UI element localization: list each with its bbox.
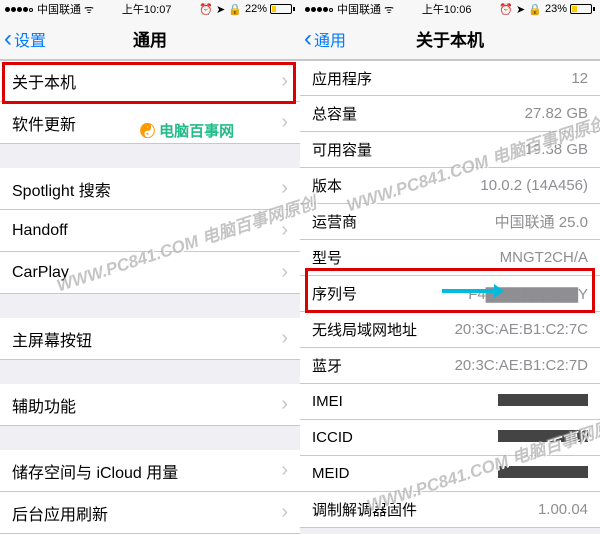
row-label: 主屏幕按钮 xyxy=(12,327,92,351)
row-label: Handoff xyxy=(12,222,68,240)
row-value: 1.00.04 xyxy=(538,501,588,518)
row-label: 后台应用刷新 xyxy=(12,501,108,525)
row-label: 型号 xyxy=(312,247,342,268)
row-label: 软件更新 xyxy=(12,111,76,135)
row-label: 辅助功能 xyxy=(12,393,76,417)
settings-row[interactable]: Handoff › xyxy=(0,210,300,252)
about-row[interactable]: 总容量 27.82 GB xyxy=(300,96,600,132)
about-row[interactable]: IMEI xyxy=(300,384,600,420)
status-bar: 中国联通 ᯤ 上午10:06 ⏰ ➤ 🔒 23% xyxy=(300,0,600,18)
chevron-right-icon: › xyxy=(281,177,288,200)
wifi-icon: ᯤ xyxy=(384,2,394,17)
settings-row[interactable]: Spotlight 搜索 › xyxy=(0,168,300,210)
nav-bar: ‹通用 关于本机 xyxy=(300,18,600,60)
about-list: 应用程序 12 总容量 27.82 GB 可用容量 19.38 GB 版本 10.0.2 (1… xyxy=(300,60,600,534)
about-row[interactable]: ICCID xyxy=(300,420,600,456)
about-row[interactable]: 版本 10.0.2 (14A456) xyxy=(300,168,600,204)
battery-icon xyxy=(570,4,595,14)
chevron-right-icon: › xyxy=(281,393,288,416)
row-label: Spotlight 搜索 xyxy=(12,177,111,201)
status-bar: 中国联通 ᯤ 上午10:07 ⏰ ➤ 🔒 22% xyxy=(0,0,300,18)
row-label: 可用容量 xyxy=(312,139,372,160)
chevron-right-icon: › xyxy=(281,70,288,93)
carrier-label: 中国联通 xyxy=(337,1,381,17)
battery-pct: 22% xyxy=(245,3,267,15)
chevron-right-icon: › xyxy=(281,459,288,482)
alarm-icon: ⏰ xyxy=(199,3,213,16)
signal-dots-icon xyxy=(5,3,34,15)
chevron-right-icon: › xyxy=(281,501,288,524)
row-value: 20:3C:AE:B1:C2:7C xyxy=(455,321,588,338)
row-label: ICCID xyxy=(312,429,353,446)
row-label: 蓝牙 xyxy=(312,355,342,376)
nav-bar: ‹设置 通用 xyxy=(0,18,300,60)
row-label: 关于本机 xyxy=(12,69,76,93)
wifi-icon: ᯤ xyxy=(84,2,94,17)
about-row[interactable]: 应用程序 12 xyxy=(300,60,600,96)
row-value: 19.38 GB xyxy=(525,141,588,158)
page-title: 通用 xyxy=(0,26,300,51)
row-label: 应用程序 xyxy=(312,68,372,89)
row-label: 储存空间与 iCloud 用量 xyxy=(12,459,178,483)
location-icon: ➤ xyxy=(216,3,225,16)
settings-row[interactable]: CarPlay › xyxy=(0,252,300,294)
row-value: MNGT2CH/A xyxy=(500,249,588,266)
phone-right: 中国联通 ᯤ 上午10:06 ⏰ ➤ 🔒 23% ‹通用 关于本机 应用程序 12… xyxy=(300,0,600,534)
row-label: 无线局域网地址 xyxy=(312,319,417,340)
about-row[interactable]: 可用容量 19.38 GB xyxy=(300,132,600,168)
row-value: 10.0.2 (14A456) xyxy=(480,177,588,194)
row-value: 20:3C:AE:B1:C2:7D xyxy=(455,357,588,374)
row-value xyxy=(498,393,588,410)
settings-row[interactable]: 软件更新 › xyxy=(0,102,300,144)
page-title: 关于本机 xyxy=(300,26,600,51)
carrier-label: 中国联通 xyxy=(37,1,81,17)
battery-icon xyxy=(270,4,295,14)
about-row[interactable]: 运营商 中国联通 25.0 xyxy=(300,204,600,240)
location-icon: ➤ xyxy=(516,3,525,16)
row-value: 27.82 GB xyxy=(525,105,588,122)
chevron-right-icon: › xyxy=(281,219,288,242)
alarm-icon: ⏰ xyxy=(499,3,513,16)
row-value xyxy=(498,465,588,482)
chevron-right-icon: › xyxy=(281,327,288,350)
clock: 上午10:06 xyxy=(422,1,472,17)
phone-left: 中国联通 ᯤ 上午10:07 ⏰ ➤ 🔒 22% ‹设置 通用 关于本机›软件更… xyxy=(0,0,300,534)
about-row[interactable]: 蓝牙 20:3C:AE:B1:C2:7D xyxy=(300,348,600,384)
about-row[interactable]: 序列号 F4▇▇▇▇▇▇▇▇Y xyxy=(300,276,600,312)
settings-row[interactable]: 主屏幕按钮 › xyxy=(0,318,300,360)
chevron-right-icon: › xyxy=(281,261,288,284)
row-label: MEID xyxy=(312,465,350,482)
row-label: 版本 xyxy=(312,175,342,196)
row-label: 总容量 xyxy=(312,103,357,124)
signal-dots-icon xyxy=(305,3,334,15)
row-label: CarPlay xyxy=(12,264,69,282)
about-row[interactable]: MEID xyxy=(300,456,600,492)
settings-row[interactable]: 储存空间与 iCloud 用量 › xyxy=(0,450,300,492)
lock-icon: 🔒 xyxy=(528,3,542,16)
row-label: IMEI xyxy=(312,393,343,410)
battery-pct: 23% xyxy=(545,3,567,15)
about-row[interactable]: 调制解调器固件 1.00.04 xyxy=(300,492,600,528)
row-label: 调制解调器固件 xyxy=(312,499,417,520)
row-value: F4▇▇▇▇▇▇▇▇Y xyxy=(468,285,588,303)
row-label: 运营商 xyxy=(312,211,357,232)
lock-icon: 🔒 xyxy=(228,3,242,16)
settings-row[interactable]: 辅助功能 › xyxy=(0,384,300,426)
row-value xyxy=(498,429,588,446)
chevron-right-icon: › xyxy=(281,111,288,134)
settings-row[interactable]: 关于本机 › xyxy=(0,60,300,102)
row-value: 中国联通 25.0 xyxy=(495,211,588,232)
row-label: 序列号 xyxy=(312,283,357,304)
row-value: 12 xyxy=(571,70,588,87)
about-row[interactable]: 无线局域网地址 20:3C:AE:B1:C2:7C xyxy=(300,312,600,348)
about-row[interactable]: 型号 MNGT2CH/A xyxy=(300,240,600,276)
settings-row[interactable]: 后台应用刷新 › xyxy=(0,492,300,534)
settings-list: 关于本机›软件更新›Spotlight 搜索›Handoff›CarPlay›主… xyxy=(0,60,300,534)
clock: 上午10:07 xyxy=(122,1,172,17)
